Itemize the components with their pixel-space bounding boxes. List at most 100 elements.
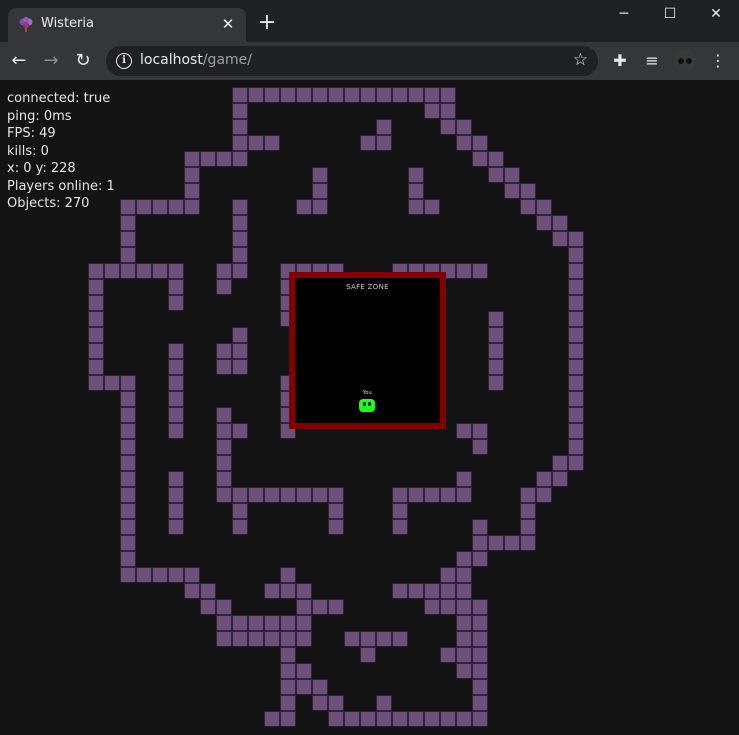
wall-block [216,631,232,647]
wall-block [392,519,408,535]
wall-block [296,631,312,647]
forward-arrow-icon[interactable]: → [38,48,64,74]
wall-block [264,615,280,631]
wall-block [520,183,536,199]
wall-block [216,487,232,503]
wall-block [568,407,584,423]
wall-block [120,199,136,215]
wall-block [456,711,472,727]
info-icon[interactable]: i [116,53,132,69]
address-bar[interactable]: i localhost/game/ ☆ [106,46,598,76]
wall-block [488,151,504,167]
new-tab-button[interactable]: + [256,12,278,34]
hud-players-online: Players online: 1 [7,178,115,194]
wall-block [296,679,312,695]
wall-block [472,151,488,167]
wall-block [472,519,488,535]
wall-block [408,199,424,215]
tab-title: Wisteria [41,16,94,31]
wall-block [184,583,200,599]
wall-block [232,615,248,631]
wall-block [376,631,392,647]
wall-block [360,647,376,663]
wall-block [216,151,232,167]
wall-block [280,711,296,727]
wall-block [168,263,184,279]
wall-block [424,103,440,119]
wall-block [376,711,392,727]
bookmark-star-icon[interactable]: ☆ [573,50,588,70]
wall-block [216,599,232,615]
profile-avatar[interactable] [674,50,696,72]
wall-block [120,567,136,583]
maximize-button[interactable]: ☐ [647,0,693,30]
wall-block [248,631,264,647]
wall-block [136,263,152,279]
wall-block [440,119,456,135]
wall-block [232,327,248,343]
hud-ping: ping: 0ms [7,108,72,124]
wall-block [328,503,344,519]
wall-block [568,263,584,279]
wall-block [120,391,136,407]
wall-block [472,615,488,631]
wall-block [456,471,472,487]
reload-icon[interactable]: ↻ [70,48,96,74]
wall-block [120,551,136,567]
wall-block [312,695,328,711]
close-window-button[interactable]: ✕ [693,0,739,30]
wall-block [120,471,136,487]
wall-block [392,503,408,519]
wall-block [120,503,136,519]
wall-block [440,567,456,583]
browser-tab-wisteria[interactable]: Wisteria ✕ [8,8,246,42]
wall-block [216,471,232,487]
minimize-button[interactable]: ─ [601,0,647,30]
wall-block [232,487,248,503]
wall-block [264,487,280,503]
wall-block [280,663,296,679]
wall-block [168,343,184,359]
wall-block [280,631,296,647]
wall-block [408,167,424,183]
wall-block [312,599,328,615]
kebab-menu-icon[interactable]: ⋮ [710,51,726,71]
game-canvas[interactable]: SAFE ZONE You connected: true ping: 0ms … [0,80,739,735]
wall-block [184,199,200,215]
url-text: localhost/game/ [140,52,252,68]
browser-tab-bar: Wisteria ✕ + ─ ☐ ✕ [0,0,739,42]
wall-block [232,423,248,439]
wall-block [264,711,280,727]
wall-block [216,263,232,279]
wall-block [440,103,456,119]
wall-block [168,567,184,583]
media-queue-icon[interactable]: ≡ [642,51,662,71]
wall-block [456,263,472,279]
back-arrow-icon[interactable]: ← [6,48,32,74]
wall-block [456,599,472,615]
wall-block [280,87,296,103]
wall-block [232,503,248,519]
wall-block [88,359,104,375]
wall-block [216,279,232,295]
player-name-label: You [363,390,372,396]
wall-block [296,663,312,679]
wall-block [168,503,184,519]
wall-block [472,695,488,711]
extensions-puzzle-icon[interactable]: ✚ [610,51,630,71]
wall-block [200,599,216,615]
wall-block [168,423,184,439]
wall-block [440,711,456,727]
wall-block [408,583,424,599]
wall-block [472,439,488,455]
wall-block [136,567,152,583]
wall-block [312,183,328,199]
wall-block [232,519,248,535]
wall-block [472,599,488,615]
tab-close-icon[interactable]: ✕ [218,14,238,34]
wall-block [216,343,232,359]
wall-block [88,327,104,343]
wall-block [312,87,328,103]
wall-block [264,631,280,647]
wall-block [200,151,216,167]
